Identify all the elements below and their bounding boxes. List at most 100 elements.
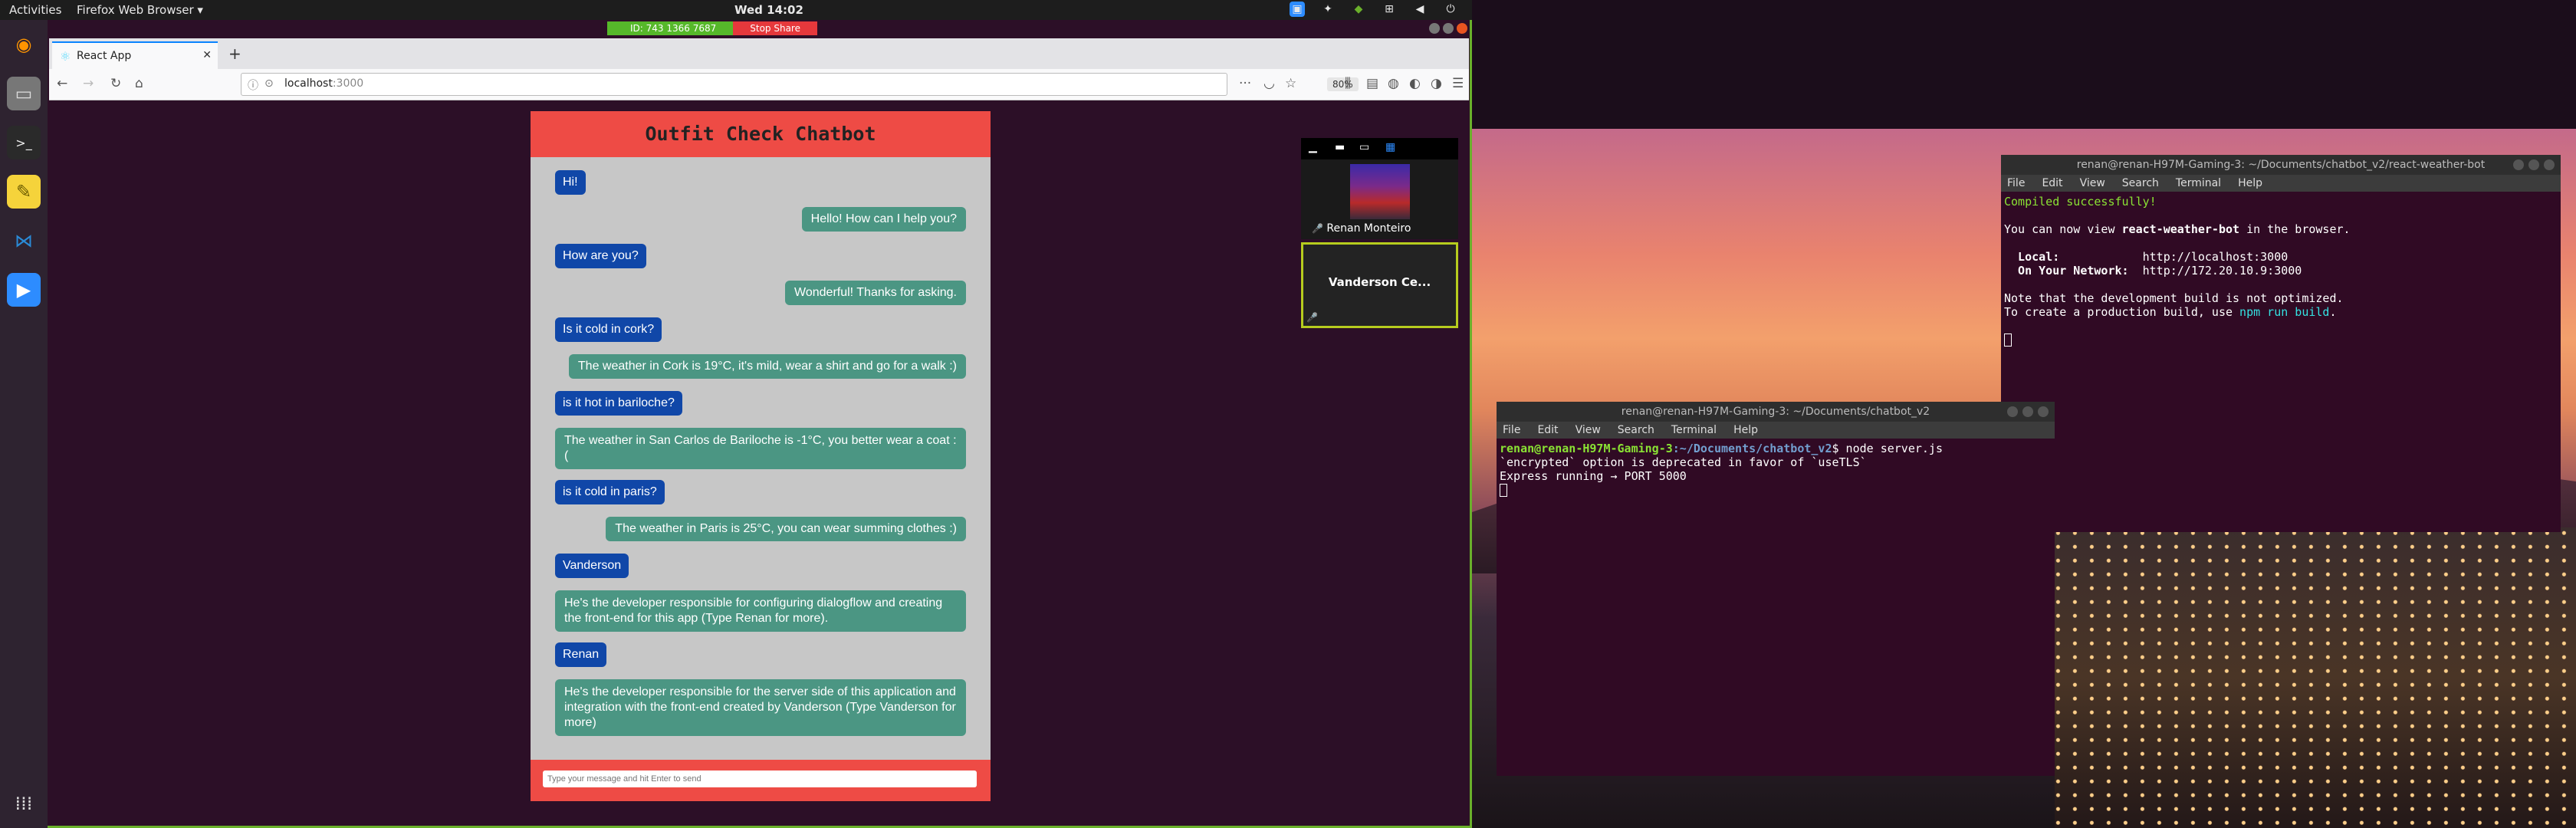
url-text[interactable]: localhost:3000 [284,77,363,90]
dropbox-icon[interactable]: ✦ [1320,2,1336,17]
minimize-icon[interactable] [2513,159,2524,170]
note-line-2: To create a production build, use [2004,305,2240,319]
url-bar[interactable]: ⓘ ⊙ localhost:3000 80% [241,73,1359,96]
firefox-icon[interactable]: ◉ [7,28,41,61]
build-command: npm run build [2239,305,2330,319]
bot-message: Hi! [555,170,586,195]
minimize-icon[interactable] [1429,23,1440,34]
terminal-icon[interactable]: >_ [7,126,41,159]
reload-icon[interactable]: ↻ [110,76,121,91]
app-menu[interactable]: Firefox Web Browser ▾ [77,3,203,17]
menu-search[interactable]: Search [2122,177,2159,189]
view-post: in the browser. [2239,222,2351,236]
back-icon[interactable]: ← [57,76,67,91]
minimize-thumbnail-icon[interactable]: ▁ [1309,141,1317,153]
text-editor-icon[interactable]: ✎ [7,175,41,209]
speaker-view-icon[interactable]: ▭ [1359,141,1369,153]
stop-share-button[interactable]: Stop Share [733,21,817,35]
local-label: Local: [2004,250,2060,264]
terminal-output[interactable]: Compiled successfully! You can now view … [2004,195,2351,347]
bookmark-star-icon[interactable]: ☆ [1285,76,1296,91]
tab-react-app[interactable]: ⚛ React App ✕ [52,41,218,69]
tab-close-icon[interactable]: ✕ [202,49,212,61]
menu-edit[interactable]: Edit [2042,177,2062,189]
terminal-titlebar[interactable]: renan@renan-H97M-Gaming-3: ~/Documents/c… [1497,402,2055,422]
maximize-icon[interactable] [2528,159,2539,170]
user-message: The weather in Paris is 25°C, you can we… [606,517,966,541]
page-actions-icon[interactable]: ··· [1239,76,1251,91]
bot-message: is it hot in bariloche? [555,391,682,416]
maximize-icon[interactable] [1443,23,1454,34]
vscode-icon[interactable]: ⋈ [7,224,41,258]
shield-addon-icon[interactable]: ◐ [1409,76,1421,91]
terminal-window-controls [2007,406,2049,417]
app-grid-icon[interactable]: ⁞⁞⁞ [7,787,41,820]
shield-icon[interactable]: ◆ [1351,2,1366,17]
right-monitor-desktop: renan@renan-H97M-Gaming-3: ~/Documents/c… [1472,129,2576,828]
terminal-cursor [2004,334,2012,347]
terminal-output[interactable]: renan@renan-H97M-Gaming-3:~/Documents/ch… [1500,442,1943,497]
close-icon[interactable] [2038,406,2049,417]
terminal-react-window[interactable]: renan@renan-H97M-Gaming-3: ~/Documents/c… [2001,155,2561,532]
sidebar-icon[interactable]: ▤ [1366,76,1378,91]
participant-video[interactable]: 🎤 Renan Monteiro [1301,159,1458,239]
power-icon[interactable]: ⏻ [1443,2,1458,17]
zoom-level[interactable]: 80% [1327,77,1359,91]
bot-message: How are you? [555,244,646,268]
warning-line: `encrypted` option is deprecated in favo… [1500,455,1867,469]
tracking-icon[interactable]: ⊙ [264,77,274,90]
terminal-server-window[interactable]: renan@renan-H97M-Gaming-3: ~/Documents/c… [1497,402,2055,776]
terminal-titlebar[interactable]: renan@renan-H97M-Gaming-3: ~/Documents/c… [2001,155,2561,175]
account-icon[interactable]: ◍ [1388,76,1399,91]
zoom-app-icon[interactable]: ▶ [7,273,41,307]
app-name: react-weather-bot [2121,222,2240,236]
gallery-view-icon[interactable]: ▦ [1385,141,1395,153]
single-view-icon[interactable]: ▬ [1335,141,1345,153]
chat-message-input[interactable] [543,770,977,787]
info-icon[interactable]: ⓘ [248,77,258,93]
tab-title: React App [77,50,132,62]
prompt-path: :~/Documents/chatbot_v2 [1672,442,1832,455]
menu-terminal[interactable]: Terminal [1671,424,1717,436]
extension-icon[interactable]: ◑ [1431,76,1442,91]
clock[interactable]: Wed 14:02 [734,3,803,17]
participant-tile-active[interactable]: Vanderson Ce... 🎤 [1301,242,1458,328]
compiled-line: Compiled successfully! [2004,195,2157,209]
forward-icon[interactable]: → [83,76,94,91]
menu-file[interactable]: File [1503,424,1520,436]
volume-icon[interactable]: ◀ [1412,2,1428,17]
menu-edit[interactable]: Edit [1537,424,1558,436]
menu-view[interactable]: View [2080,177,2105,189]
menu-terminal[interactable]: Terminal [2176,177,2221,189]
home-icon[interactable]: ⌂ [135,76,143,91]
zoom-tray-icon[interactable]: ▣ [1290,2,1305,17]
menu-help[interactable]: Help [2238,177,2262,189]
prompt-user: renan@renan-H97M-Gaming-3 [1500,442,1673,455]
menu-file[interactable]: File [2007,177,2025,189]
maximize-icon[interactable] [2022,406,2033,417]
user-message: Hello! How can I help you? [801,207,966,232]
network-icon[interactable]: ⊞ [1382,2,1397,17]
terminal-title: renan@renan-H97M-Gaming-3: ~/Documents/c… [1621,406,1930,418]
activities-button[interactable]: Activities [9,3,61,17]
network-label: On Your Network: [2004,264,2129,278]
participant-name: 🎤 Renan Monteiro [1312,222,1411,235]
library-icon[interactable]: ⫼ [1345,76,1351,91]
menu-help[interactable]: Help [1733,424,1758,436]
muted-mic-icon: 🎤 [1312,223,1323,234]
minimize-icon[interactable] [2007,406,2018,417]
close-icon[interactable] [2544,159,2555,170]
menu-search[interactable]: Search [1618,424,1654,436]
files-icon[interactable]: ▭ [7,77,41,110]
new-tab-icon[interactable]: + [228,44,242,63]
pocket-icon[interactable]: ◡ [1263,76,1275,91]
menu-icon[interactable]: ☰ [1452,76,1464,91]
url-port: :3000 [332,77,364,90]
chat-title: Outfit Check Chatbot [531,111,991,157]
firefox-window: ⚛ React App ✕ + ← → ↻ ⌂ ⓘ ⊙ localhost:30… [49,38,1469,825]
menu-view[interactable]: View [1576,424,1601,436]
terminal-title: renan@renan-H97M-Gaming-3: ~/Documents/c… [2076,159,2486,171]
close-icon[interactable] [1457,23,1467,34]
window-controls [1429,23,1467,34]
bot-message: is it cold in paris? [555,480,665,504]
